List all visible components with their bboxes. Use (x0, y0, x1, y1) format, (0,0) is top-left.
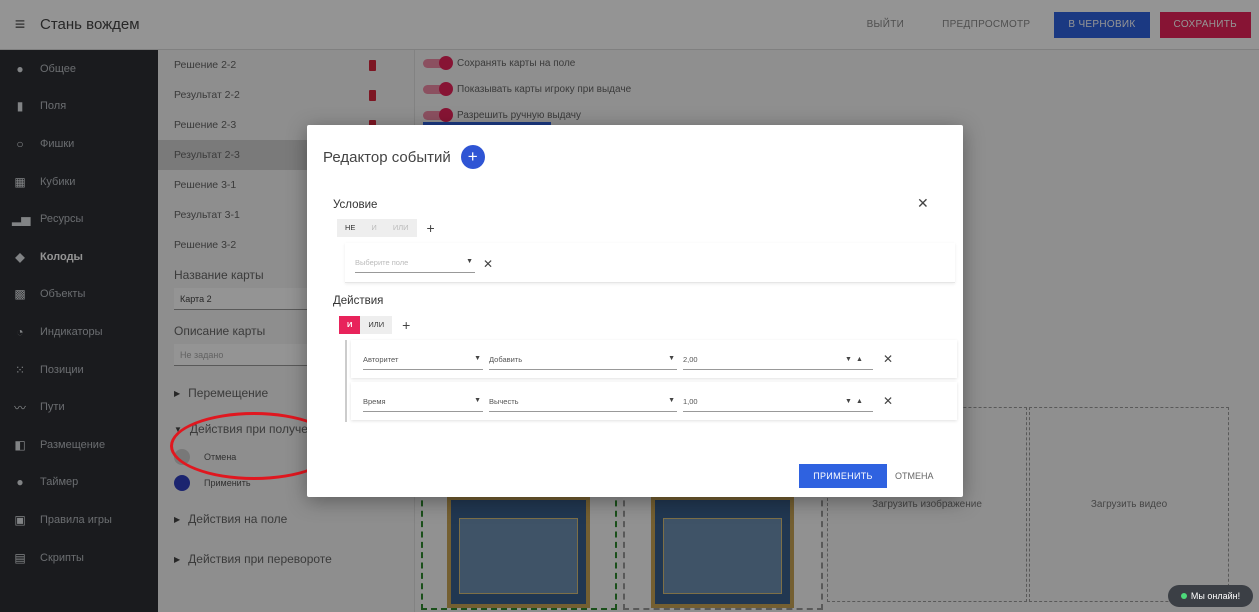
dropdown-arrow-icon: ▼ (466, 258, 473, 265)
online-dot-icon (1180, 593, 1187, 599)
remove-condition-icon[interactable]: ✕ (483, 257, 493, 271)
select-placeholder: Выберите поле (355, 258, 409, 267)
apply-button[interactable]: ПРИМЕНИТЬ (799, 464, 887, 488)
dropdown-arrow-icon: ▼ (474, 355, 481, 362)
action-row: Авторитет ▼ Добавить ▼ 2,00 ▼ ▲ ✕ (351, 340, 957, 378)
action-op-select[interactable]: Добавить ▼ (489, 352, 677, 370)
condition-row: Выберите поле ▼ ✕ (345, 243, 955, 283)
action-target-select[interactable]: Время ▼ (363, 394, 483, 412)
action-row: Время ▼ Вычесть ▼ 1,00 ▼ ▲ ✕ (351, 382, 957, 420)
modal-title: Редактор событий (323, 148, 451, 166)
add-event-button[interactable]: + (460, 145, 485, 169)
action-op-select[interactable]: Вычесть ▼ (489, 394, 677, 412)
remove-action-icon[interactable]: ✕ (883, 394, 893, 408)
stepper-up-icon[interactable]: ▲ (856, 356, 863, 363)
action-logic-toggle: И ИЛИ + (339, 316, 410, 334)
event-editor-modal: Редактор событий + ✕ Условие НЕ И ИЛИ + … (307, 125, 963, 497)
dropdown-arrow-icon: ▼ (668, 355, 675, 362)
and-toggle[interactable]: И (363, 219, 385, 237)
actions-label: Действия (333, 295, 384, 307)
actions-list: Авторитет ▼ Добавить ▼ 2,00 ▼ ▲ ✕ Время ▼ В… (345, 340, 957, 422)
or-toggle[interactable]: ИЛИ (384, 219, 417, 237)
input-value: 1,00 (683, 397, 698, 406)
input-value: 2,00 (683, 355, 698, 364)
close-icon[interactable]: ✕ (917, 195, 929, 212)
chat-widget[interactable]: Мы онлайн! (1168, 585, 1253, 607)
select-value: Вычесть (489, 397, 519, 406)
dropdown-arrow-icon: ▼ (668, 397, 675, 404)
condition-field-select[interactable]: Выберите поле ▼ (355, 255, 475, 273)
cancel-button[interactable]: ОТМЕНА (895, 464, 934, 488)
condition-logic-toggle: НЕ И ИЛИ + (337, 219, 435, 237)
select-value: Добавить (489, 355, 523, 364)
select-value: Время (363, 397, 386, 406)
chat-label: Мы онлайн! (1190, 591, 1241, 601)
not-toggle[interactable]: НЕ (337, 219, 364, 237)
stepper-up-icon[interactable]: ▲ (856, 398, 863, 405)
condition-label: Условие (333, 199, 378, 211)
add-condition-icon[interactable]: + (427, 220, 435, 236)
modal-header: Редактор событий + (323, 145, 485, 169)
and-toggle[interactable]: И (339, 316, 361, 334)
dropdown-arrow-icon: ▼ (474, 397, 481, 404)
remove-action-icon[interactable]: ✕ (883, 352, 893, 366)
add-action-icon[interactable]: + (402, 317, 410, 333)
stepper-down-icon[interactable]: ▼ (845, 356, 852, 363)
action-target-select[interactable]: Авторитет ▼ (363, 352, 483, 370)
stepper-down-icon[interactable]: ▼ (845, 398, 852, 405)
or-toggle[interactable]: ИЛИ (360, 316, 393, 334)
select-value: Авторитет (363, 355, 399, 364)
